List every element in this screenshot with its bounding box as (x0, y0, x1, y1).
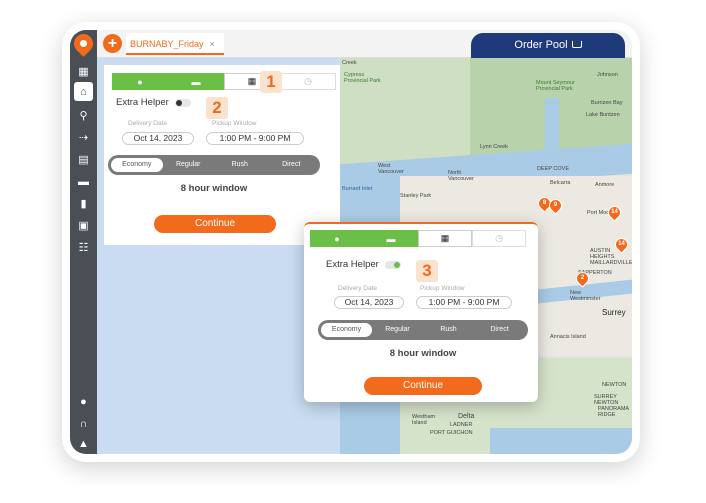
delivery-date-field[interactable]: Oct 14, 2023 (122, 132, 194, 145)
rate-selector: Economy Regular Rush Direct (108, 155, 320, 175)
pickup-window-label: Pickup Window (212, 120, 257, 127)
pin-label: 9 (553, 202, 558, 208)
step-badge: 1 (260, 71, 282, 93)
archive-icon[interactable]: ▤ (74, 150, 93, 169)
map-label: PANORAMA RIDGE (598, 406, 629, 418)
map-label: Lynn Creek (480, 144, 508, 150)
order-pool-label: Order Pool (514, 39, 568, 51)
rate-option-economy[interactable]: Economy (111, 158, 163, 172)
order-form-popup: ● ▬ ▦ ◷ Extra Helper 3 Delivery Date Pic… (304, 222, 538, 402)
logo-icon[interactable] (70, 30, 97, 57)
store-icon[interactable]: ▣ (74, 216, 93, 235)
add-tab-button[interactable]: + (103, 34, 122, 53)
map-label: Anmore (595, 182, 615, 188)
map-label: NEWTON (602, 382, 627, 388)
headset-icon[interactable]: ∩ (74, 414, 93, 433)
continue-button[interactable]: Continue (364, 377, 482, 395)
rate-option-direct[interactable]: Direct (266, 158, 318, 172)
dashboard-icon[interactable]: ▦ (74, 62, 93, 81)
close-icon[interactable]: × (210, 39, 215, 49)
map-label: Delta (458, 413, 475, 420)
step-badge: 2 (206, 97, 228, 119)
bookmark-icon[interactable]: ▮ (74, 194, 93, 213)
extra-helper-toggle[interactable] (384, 260, 401, 269)
home-icon[interactable]: ⌂ (74, 82, 93, 101)
order-pool-button[interactable]: Order Pool (471, 33, 625, 58)
pickup-window-field[interactable]: 1:00 PM - 9:00 PM (416, 296, 512, 309)
rate-option-rush[interactable]: Rush (214, 158, 266, 172)
rate-selector: Economy Regular Rush Direct (318, 320, 528, 340)
clock-mode-button[interactable]: ◷ (472, 230, 526, 247)
pin-label: 14 (611, 209, 618, 215)
rate-option-rush[interactable]: Rush (423, 323, 474, 337)
top-bar: + BURNABY_Friday × Order Pool (97, 30, 632, 58)
map-label: Creek (342, 60, 357, 66)
map-label: Belcarra (550, 180, 571, 186)
extra-helper-label: Extra Helper (326, 259, 379, 270)
extra-helper-row: Extra Helper (116, 97, 191, 108)
map-label: Mount Seymour Provincial Park (536, 80, 575, 92)
rate-option-economy[interactable]: Economy (321, 323, 372, 337)
step-badge: 3 (416, 260, 438, 282)
tab-burnaby-friday[interactable]: BURNABY_Friday × (126, 33, 224, 55)
pickup-window-field[interactable]: 1:00 PM - 9:00 PM (206, 132, 304, 145)
location-mode-button[interactable]: ● (310, 230, 364, 247)
map-label: Burrard Inlet (342, 186, 373, 192)
sidebar: ▦ ⌂ ⚲ ⇢ ▤ ▬ ▮ ▣ ☷ ● ∩ ▲ (70, 30, 97, 454)
map-label: Surrey (602, 308, 626, 317)
map-label: Stanley Park (400, 193, 432, 199)
mode-selector: ● ▬ ▦ ◷ (112, 73, 336, 90)
map-label: DEEP COVE (537, 166, 569, 172)
vehicle-mode-button[interactable]: ▬ (364, 230, 418, 247)
window-text: 8 hour window (180, 183, 248, 194)
map-label: Westham Island (412, 414, 436, 426)
calendar-mode-button[interactable]: ▦ (418, 230, 472, 247)
map-label: MAILLARDVILLE (590, 260, 632, 266)
continue-button[interactable]: Continue (154, 215, 276, 233)
extra-helper-label: Extra Helper (116, 97, 169, 108)
delivery-date-field[interactable]: Oct 14, 2023 (334, 296, 404, 309)
pickup-window-label: Pickup Window (420, 285, 465, 292)
bell-icon[interactable]: ▲ (74, 434, 93, 453)
map-label: Annacis Island (550, 334, 586, 340)
search-icon[interactable]: ⚲ (74, 106, 93, 125)
map-label: LADNER (450, 422, 473, 428)
extra-helper-toggle[interactable] (174, 98, 191, 107)
window-text: 8 hour window (389, 348, 457, 359)
location-mode-button[interactable]: ● (112, 73, 168, 90)
pin-label: 14 (618, 241, 625, 247)
map-label: West Vancouver (378, 163, 404, 175)
account-icon[interactable]: ● (74, 392, 93, 411)
route-icon[interactable]: ⇢ (74, 128, 93, 147)
truck-icon[interactable]: ▬ (74, 172, 93, 191)
app-screen: Creek Cypress Provincial Park Mount Seym… (70, 30, 632, 454)
map-label: Cypress Provincial Park (344, 72, 381, 84)
map-label: PORT GUICHON (430, 430, 473, 436)
rate-option-regular[interactable]: Regular (163, 158, 215, 172)
clock-mode-button[interactable]: ◷ (280, 73, 336, 90)
delivery-date-label: Delivery Date (338, 285, 378, 292)
vehicle-mode-button[interactable]: ▬ (168, 73, 224, 90)
map-label: Lake Buntzen (586, 112, 620, 118)
order-form-panel: ● ▬ ▦ ◷ 1 Extra Helper 2 Delivery Date P… (104, 65, 340, 245)
map-label: North Vancouver (448, 170, 474, 182)
map-label: New Westminster (570, 290, 601, 302)
map-label: SURREY NEWTON (594, 394, 619, 406)
map-label: Burrizen Bay (591, 100, 623, 106)
extra-helper-row: Extra Helper (326, 259, 401, 270)
map-south-bay (490, 428, 632, 454)
tab-label: BURNABY_Friday (130, 39, 204, 49)
delivery-date-label: Delivery Date (128, 120, 168, 127)
team-icon[interactable]: ☷ (74, 238, 93, 257)
app-frame: Creek Cypress Provincial Park Mount Seym… (62, 22, 640, 462)
map-label: Johnson (597, 72, 618, 78)
pin-label: 2 (580, 275, 585, 281)
rate-option-regular[interactable]: Regular (372, 323, 423, 337)
cart-icon (571, 40, 582, 48)
rate-option-direct[interactable]: Direct (474, 323, 525, 337)
mode-selector: ● ▬ ▦ ◷ (310, 230, 526, 247)
